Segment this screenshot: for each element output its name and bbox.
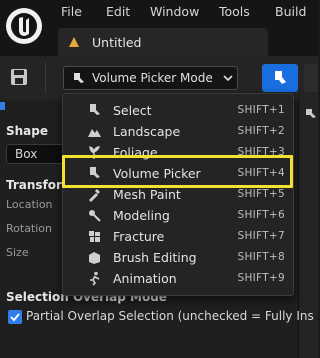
menu-window[interactable]: Window <box>150 4 199 19</box>
foliage-icon <box>89 146 100 159</box>
volume-picker-mode-button[interactable] <box>262 64 298 92</box>
volume-picker-icon <box>90 167 100 178</box>
volume-picker-icon[interactable] <box>305 108 317 120</box>
menu-item-shortcut: SHIFT+2 <box>237 125 285 137</box>
menu-tools[interactable]: Tools <box>219 4 250 19</box>
shape-select[interactable]: Box <box>6 144 64 164</box>
menu-build[interactable]: Build <box>275 4 306 19</box>
brush-editing-icon <box>89 252 100 264</box>
menu-item-label: Select <box>113 103 152 118</box>
rotation-label: Rotation <box>6 222 53 235</box>
menu-item-shortcut: SHIFT+3 <box>237 146 285 158</box>
menu-item-label: Foliage <box>113 145 158 160</box>
mode-menu: Select SHIFT+1 Landscape SHIFT+2 Foliage… <box>62 93 294 296</box>
partial-overlap-label: Partial Overlap Selection (unchecked = F… <box>26 309 314 323</box>
volume-picker-icon <box>275 71 286 84</box>
animation-icon <box>90 271 100 286</box>
select-mode-icon <box>90 104 100 115</box>
mesh-paint-icon <box>89 189 100 202</box>
menu-item-label: Landscape <box>113 124 181 139</box>
panel-tab-marker <box>0 102 5 110</box>
menu-item-shortcut: SHIFT+9 <box>237 272 285 284</box>
menu-item-label: Brush Editing <box>113 250 197 265</box>
unreal-logo-icon[interactable] <box>6 8 42 44</box>
shape-section-title: Shape <box>6 124 49 138</box>
menu-edit[interactable]: Edit <box>106 4 130 19</box>
menu-item-volume-picker[interactable]: Volume Picker SHIFT+4 <box>63 163 295 184</box>
shape-select-value: Box <box>15 147 38 161</box>
landscape-icon <box>88 129 101 137</box>
mode-dropdown-label: Volume Picker Mode <box>92 71 213 85</box>
location-label: Location <box>6 198 53 211</box>
chevron-down-icon <box>223 75 233 82</box>
modeling-icon <box>89 210 101 222</box>
level-icon <box>69 37 79 47</box>
menu-item-shortcut: SHIFT+7 <box>237 230 285 242</box>
toolbar-divider <box>45 62 46 94</box>
menu-item-animation[interactable]: Animation SHIFT+9 <box>63 268 295 289</box>
document-tab-title: Untitled <box>92 35 142 50</box>
menu-item-label: Animation <box>113 271 177 286</box>
menu-item-label: Fracture <box>113 229 165 244</box>
checkmark-icon <box>10 313 20 322</box>
menu-item-modeling[interactable]: Modeling SHIFT+6 <box>63 205 295 226</box>
size-label: Size <box>6 246 29 259</box>
menu-item-shortcut: SHIFT+4 <box>237 167 285 179</box>
menu-item-fracture[interactable]: Fracture SHIFT+7 <box>63 226 295 247</box>
menu-item-foliage[interactable]: Foliage SHIFT+3 <box>63 142 295 163</box>
menu-item-landscape[interactable]: Landscape SHIFT+2 <box>63 121 295 142</box>
menu-item-shortcut: SHIFT+6 <box>237 209 285 221</box>
menu-item-shortcut: SHIFT+1 <box>237 104 285 116</box>
menu-item-select[interactable]: Select SHIFT+1 <box>63 100 295 121</box>
menu-item-brush-editing[interactable]: Brush Editing SHIFT+8 <box>63 247 295 268</box>
menu-item-shortcut: SHIFT+8 <box>237 251 285 263</box>
toolbar-overflow[interactable] <box>304 64 318 92</box>
fracture-icon <box>89 231 100 242</box>
menu-item-mesh-paint[interactable]: Mesh Paint SHIFT+5 <box>63 184 295 205</box>
volume-picker-icon <box>74 73 84 83</box>
mode-dropdown[interactable]: Volume Picker Mode <box>63 66 238 90</box>
menu-file[interactable]: File <box>61 4 82 19</box>
menu-item-shortcut: SHIFT+5 <box>237 188 285 200</box>
menu-item-label: Volume Picker <box>113 166 201 181</box>
partial-overlap-checkbox[interactable] <box>8 310 22 324</box>
menu-item-label: Mesh Paint <box>113 187 181 202</box>
save-icon[interactable] <box>8 66 30 88</box>
menu-item-label: Modeling <box>113 208 170 223</box>
document-tab[interactable]: Untitled <box>58 28 268 58</box>
